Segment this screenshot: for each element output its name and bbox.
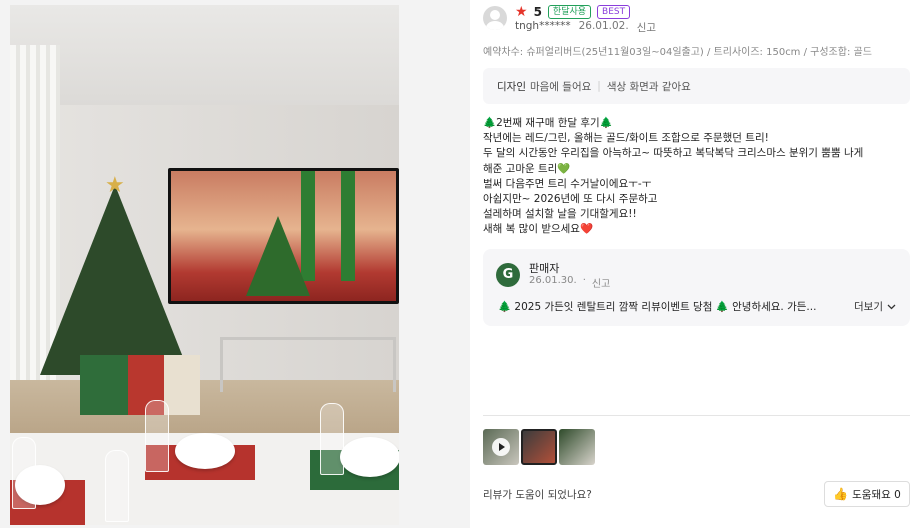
chevron-down-icon [887,304,896,309]
review-line: 설레하며 설치할 날을 기대할게요!! [483,208,637,221]
review-line: 두 달의 시간동안 우리집을 아늑하고~ 따뜻하고 복닥복닥 크리스마스 분위기… [483,147,864,160]
review-line: 🌲2번째 재구매 한달 후기🌲 [483,117,613,129]
badge-month-use: 한달사용 [547,5,592,19]
tag-divider: | [597,80,601,92]
divider [483,415,910,416]
thumbnail[interactable] [559,429,595,465]
badge-best: BEST [597,5,631,19]
reviewer-id: tngh****** [515,20,571,32]
review-line: 아쉽지만~ 2026년에 또 다시 주문하고 [483,193,658,206]
seller-meta: 26.01.30. · 신고 [529,275,611,290]
tv [168,168,399,304]
seller-message: 🌲 2025 가든잇 렌탈트리 깜짝 리뷰이벤트 당첨 🌲 안녕하세요. 가든.… [498,301,817,313]
helpful-button[interactable]: 👍 도움돼요 0 [824,481,910,507]
photo-thumbnails [483,429,595,465]
purchase-options: 예약차수: 슈퍼얼리버드(25년11월03일~04일출고) / 트리사이즈: 1… [483,47,872,58]
review-line: 새해 복 많이 받으세요❤️ [483,223,594,236]
thumbnail-selected[interactable] [521,429,557,465]
star-icon: ★ [515,4,528,20]
review-panel: ★ 5 한달사용 BEST tngh****** 26.01.02. 신고 예약… [470,0,923,528]
seller-reply-date: 26.01.30. [529,275,577,286]
seller-logo-icon: G [496,263,520,287]
tree-star-icon: ★ [105,173,125,198]
rating-value: 5 [533,5,542,19]
helpful-question: 리뷰가 도움이 되었나요? [483,489,592,501]
review-photo[interactable]: ★ [10,5,399,525]
play-icon [492,438,510,456]
review-line: 해준 고마운 트리💚 [483,162,571,175]
more-button[interactable]: 더보기 [854,299,896,314]
tag-design: 디자인 마음에 들어요 [497,80,592,93]
tag-color: 색상 화면과 같아요 [606,80,691,93]
rating-row: ★ 5 한달사용 BEST [515,4,631,20]
review-meta: tngh****** 26.01.02. 신고 [515,20,656,35]
review-body: 🌲2번째 재구매 한달 후기🌲 작년에는 레드/그린, 올해는 골드/화이트 조… [483,116,913,238]
review-photo-area: ★ [0,0,470,528]
evaluation-tags: 디자인 마음에 들어요 | 색상 화면과 같아요 [483,68,910,104]
thumbs-up-icon: 👍 [833,487,849,501]
christmas-tree [40,185,190,375]
seller-reply: G 판매자 26.01.30. · 신고 🌲 2025 가든잇 렌탈트리 깜짝 … [483,249,910,326]
review-line: 작년에는 레드/그린, 올해는 골드/화이트 조합으로 주문했던 트리! [483,132,769,145]
seller-report-link[interactable]: 신고 [592,275,610,290]
seller-name: 판매자 [529,262,560,275]
report-link[interactable]: 신고 [637,20,656,35]
review-line: 벌써 다음주면 트리 수거날이에요ㅜ-ㅜ [483,177,652,190]
thumbnail-video[interactable] [483,429,519,465]
avatar [483,6,507,30]
review-date: 26.01.02. [578,20,629,32]
